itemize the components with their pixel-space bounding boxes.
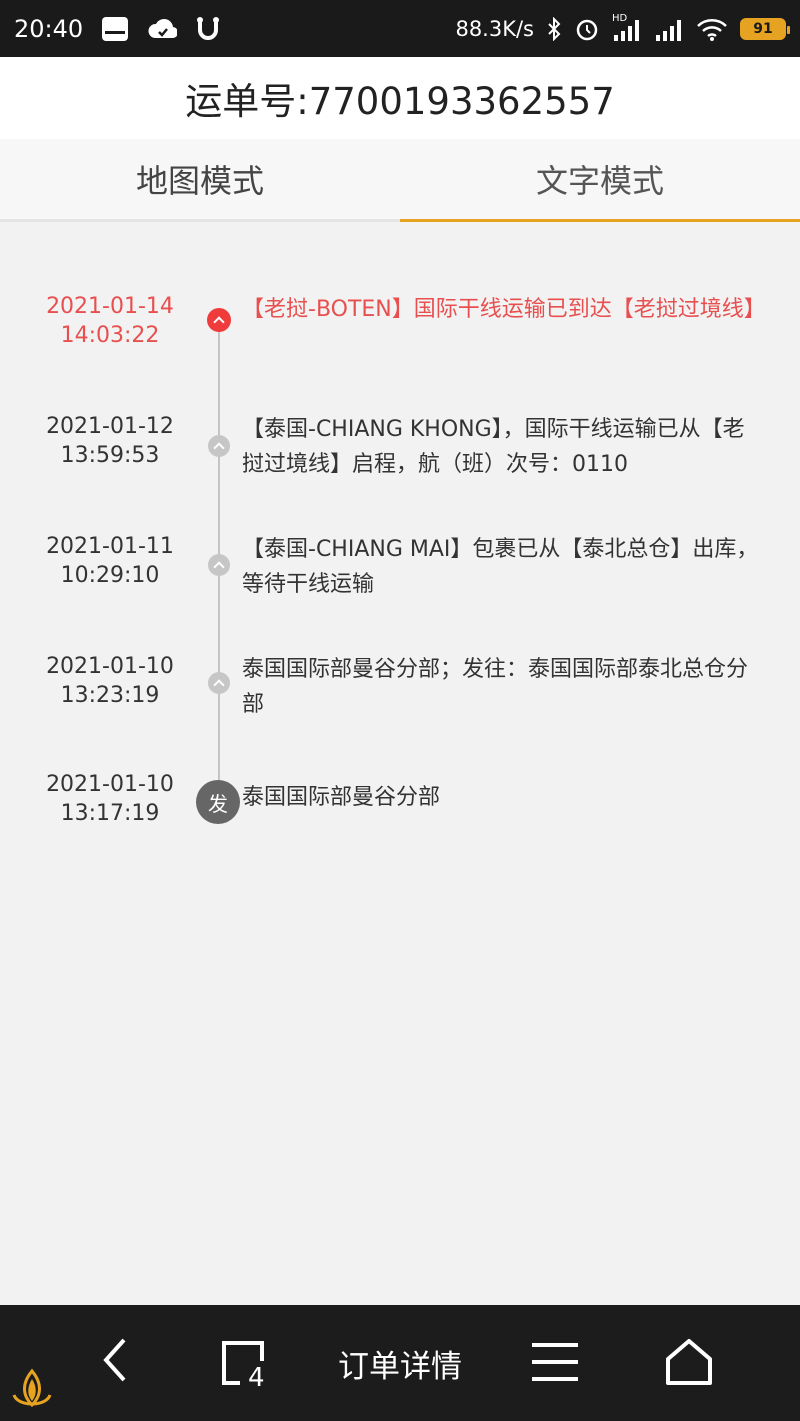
entry-time: 13:23:19 (60, 683, 160, 708)
signal-icon (654, 17, 684, 41)
waybill-title: 运单号:7700193362557 (185, 80, 615, 123)
entry-date: 2021-01-11 (46, 534, 174, 559)
back-icon[interactable] (90, 1335, 140, 1385)
entry-time: 13:59:53 (60, 443, 160, 468)
tab-text-mode[interactable]: 文字模式 (400, 139, 800, 222)
order-details-button[interactable]: 订单详情 (320, 1335, 480, 1391)
battery-level: 91 (753, 20, 773, 37)
entry-description: 泰国国际部曼谷分部 (242, 785, 441, 810)
hd-label: HD (612, 12, 628, 24)
current-node-icon (207, 308, 231, 332)
tab-map-mode[interactable]: 地图模式 (0, 139, 400, 222)
entry-description: 【老挝-BOTEN】国际干线运输已到达【老挝过境线】 (242, 297, 766, 322)
menu-icon[interactable] (528, 1337, 582, 1387)
entry-time: 13:17:19 (60, 801, 160, 826)
mode-tabs: 地图模式 文字模式 (0, 139, 800, 222)
hd-signal-icon: HD (612, 13, 642, 41)
alarm-icon (574, 16, 600, 42)
cloud-icon (147, 18, 178, 40)
chevron-up-icon (208, 435, 230, 457)
entry-timestamp: 2021-01-14 14:03:22 (40, 292, 180, 350)
logo-icon (8, 1365, 56, 1413)
network-speed: 88.3K/s (455, 16, 534, 41)
entry-timestamp: 2021-01-11 10:29:10 (40, 532, 180, 590)
entry-timestamp: 2021-01-10 13:17:19 (40, 770, 180, 828)
status-bar: 20:40 88.3K/s HD 91 (0, 0, 800, 57)
entry-description: 泰国国际部曼谷分部；发往：泰国国际部泰北总仓分部 (242, 657, 749, 717)
chevron-up-icon (208, 672, 230, 694)
entry-time: 14:03:22 (60, 323, 160, 348)
home-icon[interactable] (662, 1335, 716, 1389)
entry-description: 【泰国-CHIANG MAI】包裹已从【泰北总仓】出库，等待干线运输 (242, 537, 759, 597)
tracking-timeline: 2021-01-14 14:03:22 【老挝-BOTEN】国际干线运输已到达【… (0, 222, 800, 1305)
tab-map-mode-label: 地图模式 (135, 162, 264, 200)
gallery-icon (101, 16, 129, 42)
app-icon (195, 16, 221, 42)
bottom-navigation: 4 订单详情 (0, 1305, 800, 1421)
entry-description: 【泰国-CHIANG KHONG】，国际干线运输已从【老挝过境线】启程，航（班）… (242, 417, 745, 477)
bluetooth-icon (546, 16, 562, 41)
tabs-count-icon[interactable]: 4 (218, 1337, 272, 1393)
origin-node-label: 发 (208, 791, 228, 816)
entry-date: 2021-01-10 (46, 772, 174, 797)
order-details-label: 订单详情 (338, 1348, 462, 1385)
origin-node-icon: 发 (196, 780, 240, 824)
battery-icon: 91 (740, 17, 790, 40)
wifi-icon (696, 17, 728, 41)
status-time: 20:40 (14, 14, 84, 43)
tab-count: 4 (248, 1363, 265, 1393)
entry-timestamp: 2021-01-12 13:59:53 (40, 412, 180, 470)
entry-time: 10:29:10 (60, 563, 160, 588)
entry-date: 2021-01-10 (46, 654, 174, 679)
page-header: 运单号:7700193362557 (0, 57, 800, 139)
tab-text-mode-label: 文字模式 (535, 162, 664, 200)
entry-timestamp: 2021-01-10 13:23:19 (40, 652, 180, 710)
chevron-up-icon (208, 554, 230, 576)
entry-date: 2021-01-14 (46, 294, 174, 319)
entry-date: 2021-01-12 (46, 414, 174, 439)
